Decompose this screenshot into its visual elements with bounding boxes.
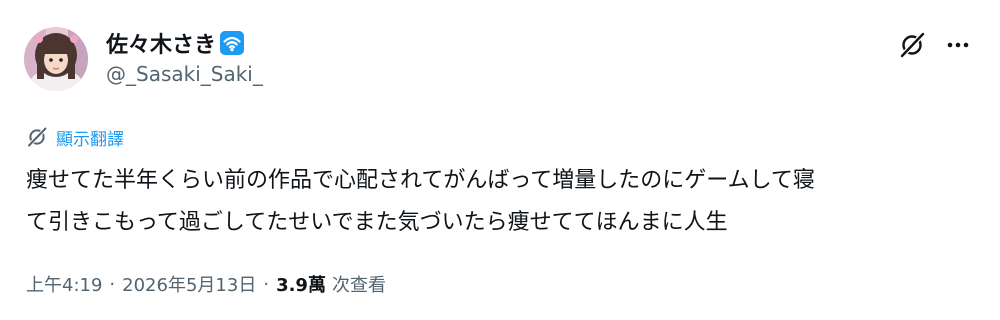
show-translation-link[interactable]: 顯示翻譯 (26, 124, 124, 150)
wifi-badge-icon (220, 31, 245, 55)
grok-icon (27, 127, 47, 147)
post-text-line: て引きこもって過ごしてたせいでまた気づいたら痩せててほんまに人生 (26, 210, 728, 235)
views-label: 次查看 (331, 275, 386, 296)
avatar-image (24, 27, 88, 91)
avatar[interactable] (24, 27, 88, 91)
author-display-name[interactable]: 佐々木さき (106, 27, 216, 59)
post-time[interactable]: 上午4:19 (26, 271, 102, 297)
grok-button[interactable] (898, 31, 926, 59)
meta-separator: · (109, 273, 116, 295)
post-date[interactable]: 2026年5月13日 (122, 271, 256, 297)
author-name-row[interactable]: 佐々木さき (106, 27, 245, 59)
post-meta: 上午4:19 · 2026年5月13日 · 3.9萬 次查看 (26, 268, 386, 300)
author-handle[interactable]: @_Sasaki_Saki_ (106, 62, 263, 86)
post-text-line: 痩せてた半年くらい前の作品で心配されてがんばって増量したのにゲームして寝 (26, 168, 815, 193)
post-text: 痩せてた半年くらい前の作品で心配されてがんばって増量したのにゲームして寝 て引き… (26, 160, 986, 244)
meta-separator: · (263, 273, 270, 295)
show-translation-label[interactable]: 顯示翻譯 (56, 125, 124, 150)
more-options-button[interactable] (944, 33, 972, 57)
grok-icon (900, 32, 925, 58)
more-icon (947, 42, 969, 48)
views-count: 3.9萬 (276, 275, 326, 296)
